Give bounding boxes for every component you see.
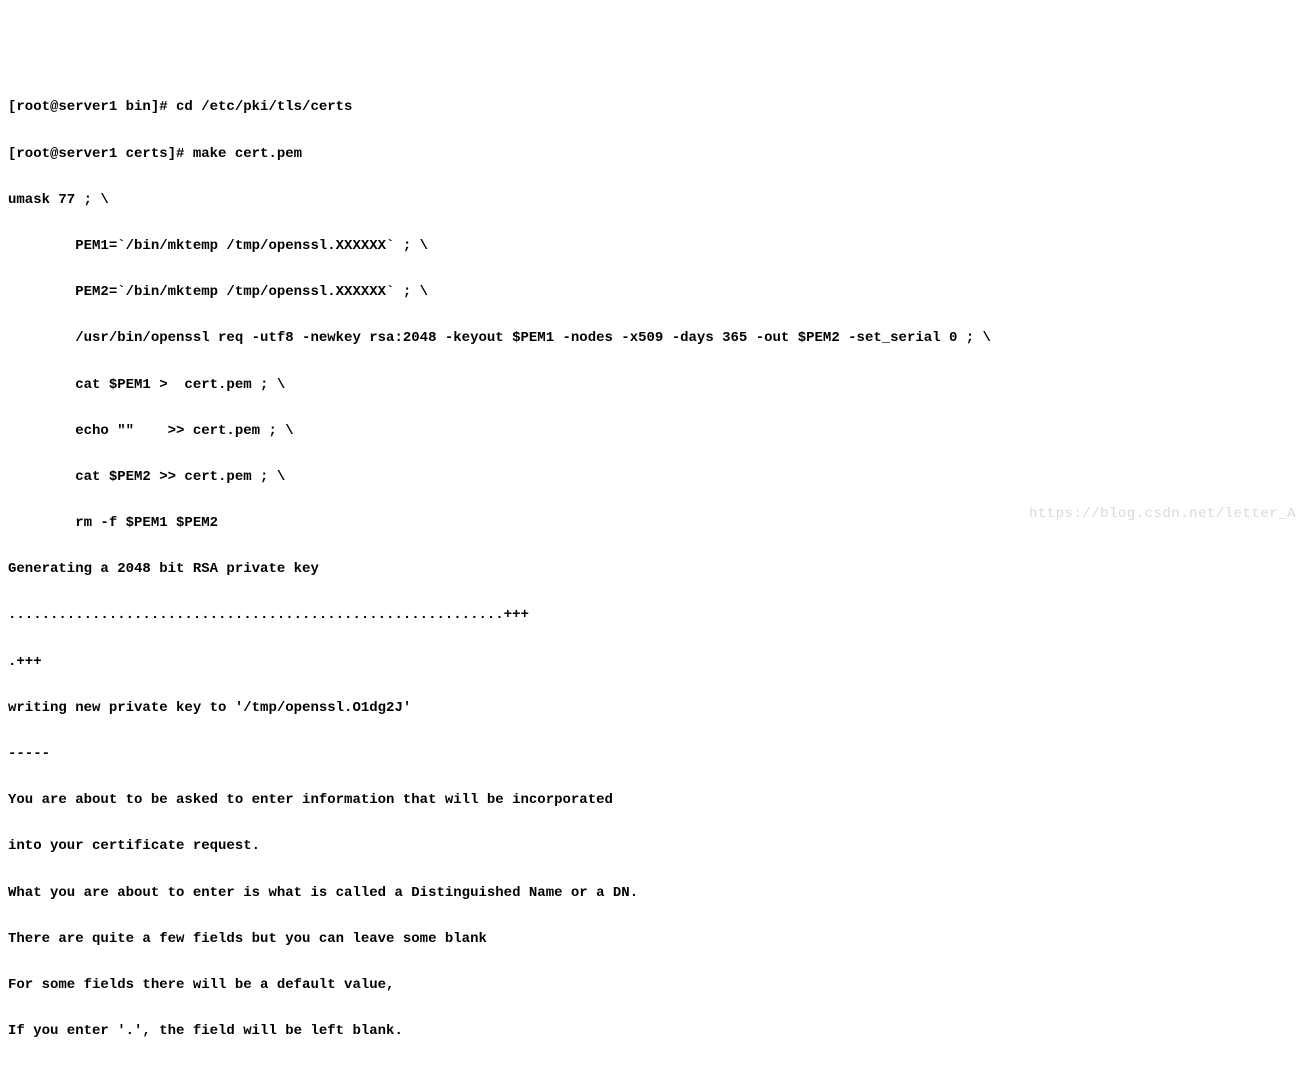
terminal-line-output: For some fields there will be a default … <box>8 974 1302 997</box>
terminal-line-output: echo "" >> cert.pem ; \ <box>8 420 1302 443</box>
terminal-line-output: /usr/bin/openssl req -utf8 -newkey rsa:2… <box>8 327 1302 350</box>
terminal-line-prompt-make: [root@server1 certs]# make cert.pem <box>8 143 1302 166</box>
terminal-line-output: into your certificate request. <box>8 835 1302 858</box>
terminal-line-output: .+++ <box>8 651 1302 674</box>
terminal-line-output: You are about to be asked to enter infor… <box>8 789 1302 812</box>
terminal-line-output: cat $PEM1 > cert.pem ; \ <box>8 374 1302 397</box>
terminal-line-output: What you are about to enter is what is c… <box>8 882 1302 905</box>
terminal-line-output: ........................................… <box>8 604 1302 627</box>
terminal-line-output: If you enter '.', the field will be left… <box>8 1020 1302 1043</box>
terminal-line-output: Generating a 2048 bit RSA private key <box>8 558 1302 581</box>
terminal-line-output: PEM1=`/bin/mktemp /tmp/openssl.XXXXXX` ;… <box>8 235 1302 258</box>
terminal-line-output: PEM2=`/bin/mktemp /tmp/openssl.XXXXXX` ;… <box>8 281 1302 304</box>
terminal-line-output: There are quite a few fields but you can… <box>8 928 1302 951</box>
terminal-line-prompt-cd: [root@server1 bin]# cd /etc/pki/tls/cert… <box>8 96 1302 119</box>
terminal-line-output: ----- <box>8 1066 1302 1072</box>
terminal-line-output: cat $PEM2 >> cert.pem ; \ <box>8 466 1302 489</box>
watermark-text: https://blog.csdn.net/letter_A <box>1029 503 1296 526</box>
terminal-line-output: writing new private key to '/tmp/openssl… <box>8 697 1302 720</box>
terminal-line-output: ----- <box>8 743 1302 766</box>
terminal-line-output: umask 77 ; \ <box>8 189 1302 212</box>
